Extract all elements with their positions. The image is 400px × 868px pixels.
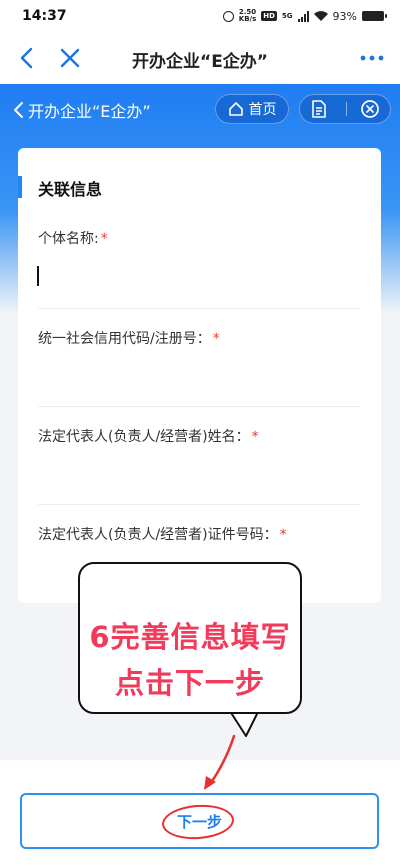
representative-name-input[interactable] [38,504,361,505]
field-label-representative-name: 法定代表人(负责人/经营者)姓名： * [38,426,259,446]
header-back-label: 开办企业“E企办” [28,102,151,121]
status-icons: 2.50 KB/s HD 5G 93% [222,9,387,23]
close-circle-icon[interactable] [360,99,380,119]
wifi-icon [313,11,328,21]
field-label-credit-code: 统一社会信用代码/注册号： * [38,328,220,348]
header-tools [299,94,391,124]
field-label-text: 法定代表人(负责人/经营者)证件号码： [38,527,278,543]
battery-icon [362,11,387,21]
signal-icon [297,10,309,22]
more-icon[interactable] [358,46,386,70]
hd-icon: HD [261,11,277,21]
required-mark: * [212,331,220,347]
field-divider [38,308,361,309]
field-label-text: 法定代表人(负责人/经营者)姓名： [38,429,250,445]
net-speed: 2.50 KB/s [239,9,256,23]
home-label: 首页 [248,102,277,118]
annotation-line-1: 6完善信息填写 [89,620,291,654]
section-title: 关联信息 [38,180,103,199]
status-time: 14:37 [22,8,67,24]
status-bar: 14:37 2.50 KB/s HD 5G 93% [0,0,400,34]
required-mark: * [100,231,108,247]
tools-divider [346,102,347,116]
field-label-representative-id: 法定代表人(负责人/经营者)证件号码： * [38,524,287,544]
home-icon [228,102,243,116]
section-accent-bar [18,176,22,198]
net-speed-unit: KB/s [238,15,257,23]
field-label-text: 个体名称: [38,231,99,247]
required-mark: * [279,527,287,543]
annotation-bubble: 6完善信息填写 点击下一步 [78,562,302,714]
form-card: 关联信息 个体名称: * 统一社会信用代码/注册号： * 法定代表人(负责人/经营者… [18,148,381,603]
page-title: 开办企业“E企办” [132,52,268,72]
business-name-input[interactable] [37,266,39,286]
credit-code-input[interactable] [38,406,361,407]
annotation-line-2: 点击下一步 [114,666,265,700]
battery-percent: 93% [332,9,357,23]
chevron-left-icon [14,102,23,118]
network-type: 5G [281,12,293,20]
required-mark: * [251,429,259,445]
field-label-text: 统一社会信用代码/注册号： [38,331,211,347]
app-navbar: 开办企业“E企办” [0,34,400,84]
red-arrow-icon [204,734,236,790]
home-button[interactable]: 首页 [215,94,289,124]
alarm-icon [222,10,234,22]
document-icon[interactable] [310,100,328,118]
field-label-business-name: 个体名称: * [38,228,108,248]
header-back-link[interactable]: 开办企业“E企办” [12,98,151,122]
